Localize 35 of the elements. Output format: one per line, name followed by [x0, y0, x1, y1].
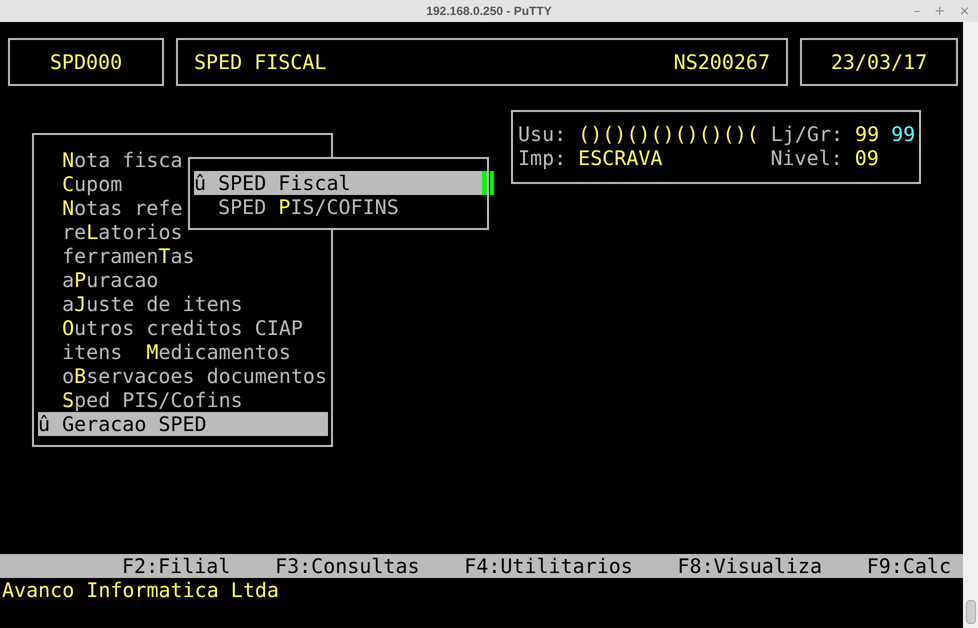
field-value: 99 [855, 122, 880, 146]
function-key[interactable]: F3:Consultas [275, 554, 420, 578]
window-title: 192.168.0.250 - PuTTY [426, 3, 552, 20]
date-display: 23/03/17 [800, 38, 958, 86]
menu-item[interactable]: aPuracao [38, 268, 158, 292]
footer-text: Avanco Informatica Ltda [1, 578, 280, 602]
menu-item[interactable]: ferramenTas [38, 244, 195, 268]
function-key[interactable]: F4:Utilitarios [464, 554, 633, 578]
menu-item[interactable]: Outros creditos CIAP [38, 316, 303, 340]
menu-item[interactable]: reLatorios [38, 220, 183, 244]
menu-item[interactable]: aJ uste de itens [38, 292, 243, 316]
field-value: 09 [854, 146, 879, 170]
program-code: SPD000 [8, 38, 164, 86]
menu-item[interactable]: Nota fisca [38, 148, 183, 172]
menu-item[interactable]: itens Medicamentos [38, 340, 291, 364]
field-value: ()()()()()()()( [578, 122, 759, 146]
field-label: Nivel: [770, 146, 843, 170]
function-key[interactable]: F9:Calc [866, 554, 951, 578]
field-label: Imp: [518, 146, 566, 170]
menu-item[interactable]: û SPED Fiscal [194, 171, 482, 195]
menu-item[interactable]: Sped PIS/Cofins [38, 388, 243, 412]
field-value: 99 [891, 122, 916, 146]
cursor-icon [482, 171, 494, 195]
module-title: SPED FISCAL [194, 50, 326, 74]
function-key[interactable]: F2:Filial [122, 554, 230, 578]
menu-item[interactable]: oBservacoes documentos [38, 364, 328, 388]
function-key[interactable]: F8:Visualiza [678, 554, 822, 578]
menu-item[interactable]: û Geracao SPED [38, 412, 328, 436]
field-label: Lj/Gr: [770, 122, 844, 146]
menu-item[interactable]: Notas refe [38, 196, 183, 220]
menu-item[interactable]: SPED PIS/COFINS [194, 195, 399, 219]
field-label: Usu: [518, 122, 566, 146]
serial-number: NS200267 [674, 50, 770, 74]
field-value: ESCRAVA [578, 146, 662, 170]
menu-item[interactable]: Cupom [38, 172, 122, 196]
